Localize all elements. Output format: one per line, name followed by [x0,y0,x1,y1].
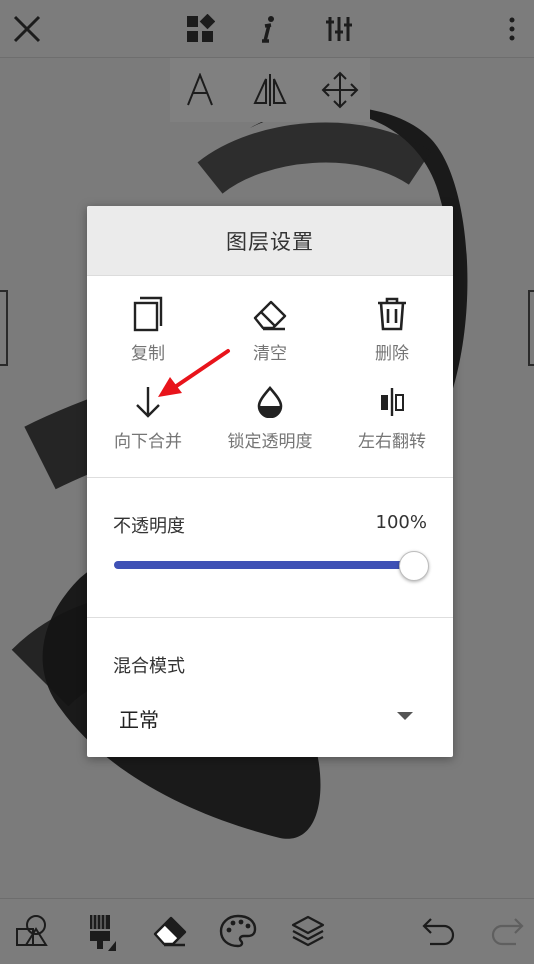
text-tool-icon[interactable] [178,68,222,112]
transform-toolstrip [170,58,370,122]
bottom-toolbar [0,898,534,964]
move-icon[interactable] [318,68,362,112]
eraser-icon[interactable] [148,909,192,953]
annotation-arrow-icon [158,349,230,397]
delete-label: 删除 [375,344,409,364]
undo-icon[interactable] [416,909,460,953]
chevron-down-icon [397,712,413,720]
dialog-header: 图层设置 [87,206,453,276]
info-icon[interactable] [247,7,291,51]
mirror-icon[interactable] [248,68,292,112]
blend-mode-label: 混合模式 [113,656,185,677]
left-panel-handle[interactable] [0,290,8,366]
palette-icon[interactable] [216,909,260,953]
lock-transparency-label: 锁定透明度 [227,432,313,452]
opacity-value: 100% [375,512,427,533]
trash-icon [372,294,412,333]
dialog-title: 图层设置 [226,229,314,254]
eraser-icon [250,294,290,333]
drop-lock-icon [250,382,290,421]
blend-mode-value: 正常 [119,707,159,732]
flip-horizontal-icon [372,382,412,421]
layers-icon[interactable] [286,909,330,953]
brush-icon[interactable] [78,909,122,953]
opacity-slider-track[interactable] [114,561,414,569]
sliders-icon[interactable] [317,7,361,51]
opacity-section: 不透明度 100% [87,478,453,618]
top-toolbar [0,0,534,58]
opacity-label: 不透明度 [113,516,185,537]
flip-horizontal-button[interactable]: 左右翻转 [331,364,453,452]
close-icon[interactable] [5,7,49,51]
layer-settings-dialog: 图层设置 复制 清空 删除 向下合并 锁定透明度 左右翻转 不透明度 100% … [87,206,453,757]
more-vertical-icon[interactable] [490,7,534,51]
right-panel-handle[interactable] [528,290,534,366]
merge-down-label: 向下合并 [114,432,182,452]
shapes-icon[interactable] [10,909,54,953]
blend-mode-section: 混合模式 正常 [87,618,453,756]
delete-button[interactable]: 删除 [331,276,453,364]
clear-label: 清空 [253,344,287,364]
widgets-icon[interactable] [178,7,222,51]
flip-horizontal-label: 左右翻转 [358,432,426,452]
blend-mode-select[interactable]: 正常 [113,698,413,738]
layer-actions: 复制 清空 删除 向下合并 锁定透明度 左右翻转 [87,276,453,478]
redo-icon[interactable] [486,909,530,953]
opacity-slider-thumb[interactable] [399,551,429,581]
copy-icon [128,294,168,333]
